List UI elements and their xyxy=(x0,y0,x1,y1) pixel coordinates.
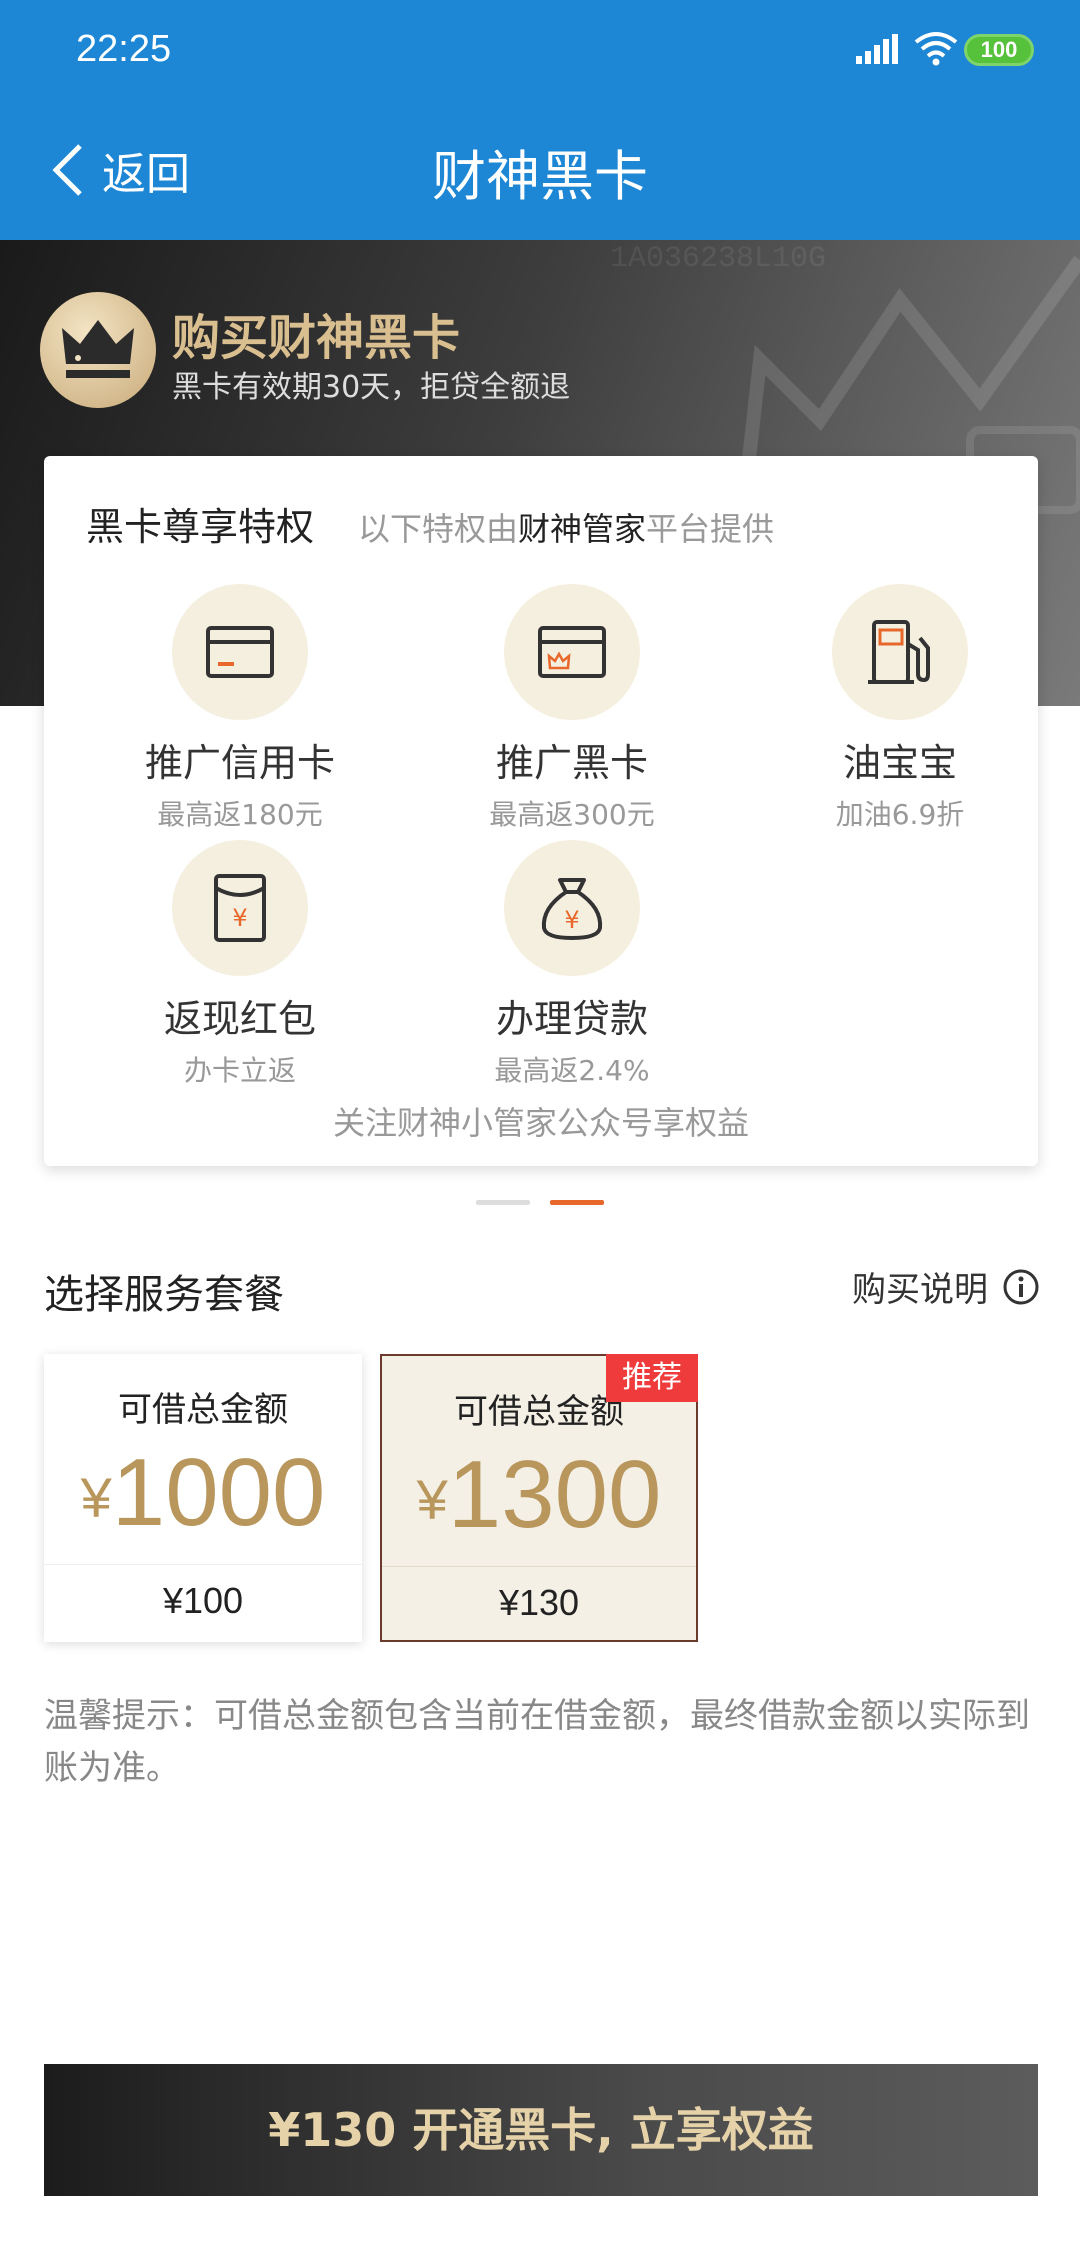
svg-text:¥: ¥ xyxy=(232,904,247,932)
privilege-desc: 最高返2.4% xyxy=(494,1054,650,1087)
purchase-info-label: 购买说明 xyxy=(852,1270,988,1310)
credit-card-icon xyxy=(206,626,274,678)
carousel-dot-active[interactable] xyxy=(550,1200,604,1205)
package-option-1300[interactable]: 可借总金额 ¥1300 ¥130 推荐 xyxy=(380,1354,698,1642)
package-option-1000[interactable]: 可借总金额 ¥1000 ¥100 xyxy=(44,1354,362,1642)
battery-indicator: 100 xyxy=(964,34,1034,66)
privilege-name: 推广黑卡 xyxy=(495,741,648,785)
carousel-indicator xyxy=(476,1200,604,1205)
privilege-name: 返现红包 xyxy=(163,997,316,1041)
warm-tip: 温馨提示：可借总金额包含当前在借金额，最终借款金额以实际到账为准。 xyxy=(44,1696,1030,1788)
privilege-desc: 加油6.9折 xyxy=(835,798,965,831)
privilege-loan[interactable]: ¥ 办理贷款 最高返2.4% xyxy=(422,840,722,1089)
package-label: 可借总金额 xyxy=(118,1390,288,1430)
privileges-provider: 以下特权由财神管家平台提供 xyxy=(358,510,775,548)
privilege-desc: 办卡立返 xyxy=(183,1054,296,1087)
privileges-card: 黑卡尊享特权 以下特权由财神管家平台提供 推广信用卡 最高返180元 推广黑卡 … xyxy=(44,456,1038,1166)
privilege-name: 油宝宝 xyxy=(842,741,957,785)
banner-title: 购买财神黑卡 xyxy=(172,310,461,366)
package-price: ¥100 xyxy=(162,1580,244,1621)
svg-text:¥: ¥ xyxy=(564,906,579,934)
carousel-dot[interactable] xyxy=(476,1200,530,1205)
package-amount: ¥1300 xyxy=(416,1441,662,1548)
nav-bar: 返回 财神黑卡 xyxy=(0,110,1080,230)
purchase-info-button[interactable]: 购买说明 xyxy=(852,1262,1040,1311)
status-time: 22:25 xyxy=(76,28,172,70)
status-bar: 22:25 100 xyxy=(0,0,1080,100)
signal-icon xyxy=(856,34,898,64)
privileges-heading: 黑卡尊享特权 xyxy=(86,505,315,549)
black-card-icon xyxy=(538,626,606,678)
page-title: 财神黑卡 xyxy=(432,145,648,208)
red-envelope-icon: ¥ xyxy=(214,874,266,942)
privilege-desc: 最高返300元 xyxy=(489,798,655,831)
privilege-desc: 最高返180元 xyxy=(157,798,323,831)
money-bag-icon: ¥ xyxy=(541,878,603,941)
activate-black-card-button[interactable]: ¥130 开通黑卡, 立享权益 xyxy=(44,2064,1038,2196)
section-title: 选择服务套餐 xyxy=(44,1272,284,1318)
privilege-red-envelope[interactable]: ¥ 返现红包 办卡立返 xyxy=(90,840,390,1089)
info-icon xyxy=(1003,1269,1039,1304)
package-amount: ¥1000 xyxy=(80,1439,326,1546)
privileges-header: 黑卡尊享特权 以下特权由财神管家平台提供 xyxy=(86,496,774,551)
banner-subtitle: 黑卡有效期30天，拒贷全额退 xyxy=(172,370,571,405)
divider xyxy=(382,1566,696,1567)
privileges-footer-link[interactable]: 关注财神小管家公众号享权益 xyxy=(44,1098,1038,1144)
fuel-pump-icon xyxy=(868,620,930,684)
privilege-credit-card[interactable]: 推广信用卡 最高返180元 xyxy=(90,584,390,833)
privilege-fuel[interactable]: 油宝宝 加油6.9折 xyxy=(750,584,1050,833)
top-bar: 22:25 100 返回 财神黑卡 xyxy=(0,0,1080,240)
wifi-icon xyxy=(914,32,958,66)
recommended-badge: 推荐 xyxy=(606,1354,698,1402)
crown-avatar xyxy=(40,292,156,408)
privilege-black-card[interactable]: 推广黑卡 最高返300元 xyxy=(422,584,722,833)
divider xyxy=(44,1564,362,1565)
privilege-name: 办理贷款 xyxy=(495,997,648,1041)
package-price: ¥130 xyxy=(498,1582,580,1623)
privilege-name: 推广信用卡 xyxy=(144,741,335,785)
crown-icon xyxy=(62,320,134,378)
